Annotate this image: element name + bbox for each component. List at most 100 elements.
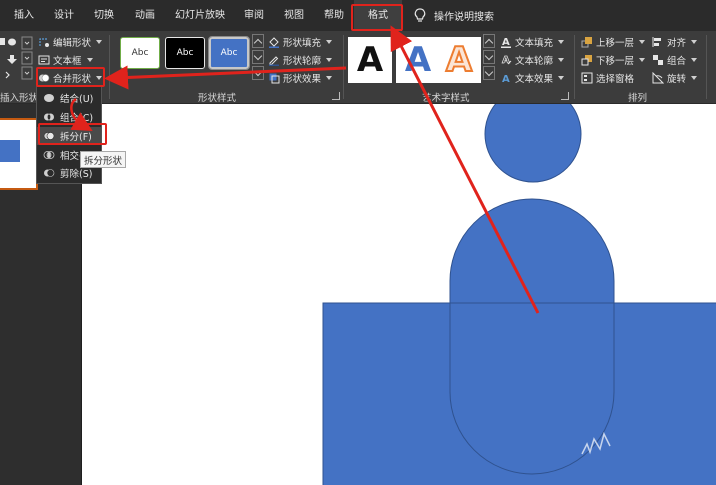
- shape-styles-group-label: 形状样式: [198, 93, 237, 104]
- tab-review[interactable]: 审阅: [236, 0, 272, 31]
- send-backward-label: 下移一层: [596, 56, 635, 67]
- group-label: 组合: [667, 56, 687, 67]
- text-fill-label: 文本填充: [515, 38, 554, 49]
- chevron-down-icon: [558, 76, 565, 80]
- gallery-up-button[interactable]: [483, 34, 495, 48]
- chevron-up-icon: [484, 38, 494, 47]
- chevron-down-icon: [639, 58, 646, 62]
- chevron-down-icon: [326, 58, 333, 62]
- group-separator: [574, 35, 575, 99]
- rotate-button[interactable]: 旋转: [652, 70, 698, 86]
- bring-forward-icon: [581, 37, 592, 48]
- shape-outline-label: 形状轮廓: [283, 56, 322, 67]
- send-backward-icon: [581, 55, 592, 66]
- menu-item-union[interactable]: 结合(U): [37, 89, 101, 107]
- selection-pane-icon: [581, 72, 593, 84]
- slide-canvas[interactable]: [82, 104, 716, 485]
- svg-text:A: A: [502, 74, 510, 84]
- text-box-button[interactable]: 文本框: [38, 52, 93, 68]
- insert-shapes-group-label: 插入形状: [0, 93, 39, 104]
- align-button[interactable]: 对齐: [652, 34, 698, 50]
- text-box-label: 文本框: [53, 56, 82, 67]
- text-outline-icon: A: [502, 55, 512, 66]
- chevron-down-icon: [691, 58, 698, 62]
- wordart-gallery-scroll: [483, 34, 495, 80]
- gallery-down-button[interactable]: [252, 50, 264, 64]
- wordart-sample-orange[interactable]: A: [437, 37, 481, 83]
- shape-effects-icon: [269, 73, 280, 84]
- svg-text:A: A: [502, 37, 510, 48]
- shape-outline-button[interactable]: 形状轮廓: [268, 52, 333, 68]
- shape-effects-button[interactable]: 形状效果: [268, 70, 333, 86]
- chevron-down-icon: [484, 51, 494, 60]
- group-button[interactable]: 组合: [652, 52, 698, 68]
- arrange-group-label: 排列: [628, 93, 648, 104]
- tab-design[interactable]: 设计: [46, 0, 82, 31]
- text-effects-label: 文本效果: [515, 74, 554, 85]
- wordart-sample-black[interactable]: A: [348, 37, 392, 83]
- align-label: 对齐: [667, 38, 687, 49]
- gallery-more-button[interactable]: [483, 66, 495, 80]
- chevron-down-icon: [326, 40, 333, 44]
- tab-view[interactable]: 视图: [276, 0, 312, 31]
- chevron-down-icon: [639, 40, 646, 44]
- rounded-rectangle-shape[interactable]: [449, 198, 615, 475]
- slide-thumbnail[interactable]: [0, 118, 38, 190]
- chevron-down-icon: [96, 40, 103, 44]
- selection-pane-label: 选择窗格: [596, 74, 635, 85]
- lightbulb-icon: [414, 7, 426, 22]
- tab-slideshow[interactable]: 幻灯片放映: [168, 0, 232, 31]
- circle-head-shape[interactable]: [484, 104, 582, 183]
- slide-thumbnail-preview: [0, 140, 20, 162]
- menu-item-label: 剪除(S): [60, 169, 93, 180]
- svg-text:A: A: [502, 55, 510, 66]
- text-outline-label: 文本轮廓: [515, 56, 554, 67]
- align-icon: [652, 37, 661, 47]
- gallery-up-button[interactable]: [252, 34, 264, 48]
- annotation-highlight-format-tab: [351, 4, 403, 31]
- chevron-down-icon: [558, 40, 565, 44]
- edit-shape-button[interactable]: 编辑形状: [38, 34, 103, 50]
- wordart-dialog-launcher[interactable]: [561, 92, 569, 100]
- edit-shape-label: 编辑形状: [53, 38, 92, 49]
- insert-shapes-gallery[interactable]: [0, 35, 34, 85]
- chevron-up-icon: [253, 38, 263, 47]
- fragment-tooltip: 拆分形状: [80, 151, 126, 168]
- tab-animations[interactable]: 动画: [126, 0, 164, 31]
- tab-insert[interactable]: 插入: [4, 0, 44, 31]
- text-effects-icon: A: [502, 74, 510, 84]
- tell-me-search[interactable]: 操作说明搜索: [414, 0, 494, 31]
- edit-shape-icon: [39, 38, 49, 47]
- expand-gallery-icon: [253, 67, 263, 76]
- chevron-down-icon: [558, 58, 565, 62]
- shape-styles-dialog-launcher[interactable]: [332, 92, 340, 100]
- selection-pane-button[interactable]: 选择窗格: [581, 70, 634, 86]
- bring-forward-label: 上移一层: [596, 38, 635, 49]
- shape-style-swatch-1[interactable]: Abc: [120, 37, 160, 69]
- tab-help[interactable]: 帮助: [316, 0, 352, 31]
- text-effects-button[interactable]: A 文本效果: [500, 70, 565, 86]
- shape-style-swatch-3[interactable]: Abc: [208, 36, 250, 70]
- send-backward-button[interactable]: 下移一层: [581, 52, 646, 68]
- gallery-down-button[interactable]: [483, 50, 495, 64]
- gallery-more-button[interactable]: [252, 66, 264, 80]
- text-fill-button[interactable]: A 文本填充: [500, 34, 565, 50]
- union-icon: [44, 94, 54, 102]
- paint-bucket-icon: [269, 37, 279, 48]
- shape-style-swatch-2[interactable]: Abc: [165, 37, 205, 69]
- group-separator: [343, 35, 344, 99]
- chevron-down-icon: [253, 51, 263, 60]
- chevron-down-icon: [86, 58, 93, 62]
- tab-transitions[interactable]: 切换: [86, 0, 122, 31]
- shape-fill-button[interactable]: 形状填充: [268, 34, 333, 50]
- slide-shapes: [322, 104, 716, 485]
- pen-outline-icon: [269, 56, 279, 66]
- rotate-label: 旋转: [667, 74, 687, 85]
- combine-icon: [44, 113, 54, 121]
- group-separator: [706, 35, 707, 99]
- text-box-icon: [38, 55, 50, 65]
- rotate-icon: [652, 72, 664, 84]
- text-outline-button[interactable]: A 文本轮廓: [500, 52, 565, 68]
- bring-forward-button[interactable]: 上移一层: [581, 34, 646, 50]
- wordart-sample-blue[interactable]: A: [396, 37, 440, 83]
